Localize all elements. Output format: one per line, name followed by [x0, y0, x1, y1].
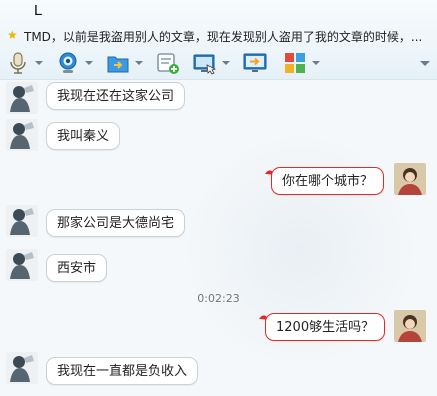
outgoing-message-bubble: 你在哪个城市？ [271, 167, 385, 195]
contact-avatar[interactable] [6, 82, 38, 114]
add-text-message-icon[interactable] [156, 51, 180, 75]
incoming-message-bubble: 那家公司是大德尚宅 [46, 209, 186, 237]
incoming-message-bubble: 西安市 [46, 254, 108, 282]
contact-avatar[interactable] [6, 352, 38, 384]
my-avatar[interactable] [394, 310, 426, 342]
contact-avatar[interactable] [6, 119, 38, 151]
contact-signature: TMD，以前是我盗用别人的文章，现在发现别人盗用了我的文章的时候，... [24, 30, 423, 44]
star-icon: ★ [7, 28, 18, 42]
chat-window-header: L ★ TMD，以前是我盗用别人的文章，现在发现别人盗用了我的文章的时候，... [0, 0, 437, 47]
apps-icon[interactable] [283, 51, 307, 75]
send-file-dropdown-icon[interactable] [135, 61, 143, 65]
incoming-message-bubble: 我现在还在这家公司 [46, 82, 186, 110]
apps-dropdown-icon[interactable] [312, 61, 320, 65]
voice-call-icon[interactable] [6, 51, 30, 75]
outgoing-message-bubble: 1200够生活吗？ [265, 313, 386, 341]
message-timestamp: 0:02:23 [197, 292, 240, 305]
chat-message-area[interactable]: 我现在还在这家公司 我叫秦义 你在哪个城市？ 那家公司是大德尚宅 西安市 0:0… [0, 80, 437, 396]
contact-avatar[interactable] [6, 249, 38, 281]
chat-toolbar [0, 47, 437, 80]
incoming-message-bubble: 我现在一直都是负收入 [46, 357, 199, 385]
incoming-message-bubble: 我叫秦义 [46, 122, 121, 150]
share-screen-icon[interactable] [243, 51, 267, 75]
contact-name: L [34, 2, 43, 19]
video-call-dropdown-icon[interactable] [85, 61, 93, 65]
voice-call-dropdown-icon[interactable] [35, 61, 43, 65]
video-call-icon[interactable] [56, 51, 80, 75]
remote-desktop-dropdown-icon[interactable] [222, 61, 230, 65]
send-file-icon[interactable] [106, 51, 130, 75]
more-tools-dropdown-icon[interactable] [420, 61, 430, 66]
my-avatar[interactable] [394, 163, 426, 195]
remote-desktop-icon[interactable] [193, 51, 217, 75]
contact-avatar[interactable] [6, 205, 38, 237]
